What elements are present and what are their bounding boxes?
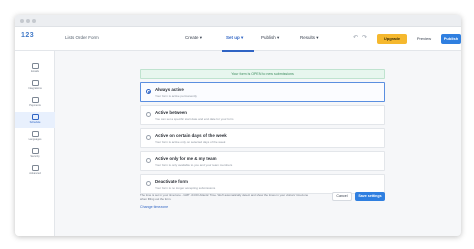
- undo-icon[interactable]: ↶: [353, 34, 358, 41]
- clock-icon: [31, 114, 39, 120]
- nav-results[interactable]: Results ▾: [300, 35, 319, 41]
- sidebar-item-integrations[interactable]: Integrations: [15, 78, 55, 94]
- settings-sidebar: Emails Integrations Payments Schedule La…: [15, 51, 55, 236]
- sidebar-item-label: Schedule: [29, 121, 41, 124]
- option-deactivate-form[interactable]: Deactivate form Your form is no longer a…: [140, 174, 385, 194]
- option-title: Deactivate form: [155, 179, 188, 184]
- shield-icon: [31, 148, 39, 154]
- nav-create[interactable]: Create ▾: [185, 35, 202, 41]
- option-description: Your form is active only on selected day…: [155, 139, 226, 144]
- form-title[interactable]: Lists Order Form: [65, 35, 99, 40]
- sidebar-item-label: Integrations: [28, 87, 42, 90]
- option-description: Your form is active permanently: [155, 93, 197, 98]
- sidebar-item-payments[interactable]: Payments: [15, 95, 55, 111]
- radio-button[interactable]: [146, 158, 151, 163]
- card-icon: [31, 97, 39, 103]
- sidebar-item-label: Languages: [28, 138, 42, 141]
- preview-button[interactable]: Preview: [411, 34, 437, 44]
- sidebar-item-security[interactable]: Security: [15, 146, 55, 162]
- upgrade-button[interactable]: Upgrade: [377, 34, 407, 44]
- sidebar-item-emails[interactable]: Emails: [15, 61, 55, 77]
- option-description: You can set a specific start date and en…: [155, 116, 234, 121]
- envelope-icon: [31, 63, 39, 69]
- window-dot: [26, 19, 30, 23]
- option-description: Your form is only available to you and y…: [155, 162, 233, 167]
- cancel-button[interactable]: Cancel: [332, 192, 352, 201]
- sidebar-item-advanced[interactable]: Advanced: [15, 163, 55, 179]
- option-active-between[interactable]: Active between You can set a specific st…: [140, 105, 385, 125]
- sidebar-item-label: Security: [30, 155, 40, 158]
- sidebar-item-label: Advanced: [29, 172, 41, 175]
- app-logo[interactable]: 123: [21, 32, 34, 39]
- sidebar-item-label: Payments: [29, 104, 41, 107]
- timezone-note: The time is set in your timezone - GMT -…: [140, 193, 309, 201]
- sidebar-item-label: Emails: [31, 70, 39, 73]
- option-title: Active only for me & my team: [155, 156, 217, 161]
- option-description: Your form is no longer accepting submiss…: [155, 185, 216, 190]
- puzzle-icon: [31, 80, 39, 86]
- radio-button[interactable]: [146, 135, 151, 140]
- window-dot: [32, 19, 36, 23]
- change-timezone-link[interactable]: Change timezone: [140, 205, 168, 209]
- save-settings-button[interactable]: Save settings: [355, 192, 385, 201]
- option-certain-days[interactable]: Active on certain days of the week Your …: [140, 128, 385, 148]
- redo-icon[interactable]: ↷: [362, 34, 367, 41]
- radio-button[interactable]: [146, 181, 151, 186]
- form-status-banner: Your form is OPEN to new submissions: [140, 69, 385, 79]
- nav-setup[interactable]: Set up ▾: [226, 35, 243, 41]
- window-dot: [20, 19, 24, 23]
- radio-button[interactable]: [146, 112, 151, 117]
- sidebar-item-languages[interactable]: Languages: [15, 129, 55, 145]
- radio-button[interactable]: [146, 89, 151, 94]
- nav-publish[interactable]: Publish ▾: [261, 35, 279, 41]
- app-window: 123 Lists Order Form Create ▾ Set up ▾ P…: [15, 15, 461, 236]
- schedule-settings-panel: Your form is OPEN to new submissions Alw…: [55, 51, 461, 236]
- option-me-and-team[interactable]: Active only for me & my team Your form i…: [140, 151, 385, 171]
- option-title: Always active: [155, 87, 184, 92]
- option-title: Active between: [155, 110, 187, 115]
- option-always-active[interactable]: Always active Your form is active perman…: [140, 82, 385, 102]
- publish-button[interactable]: Publish: [441, 34, 461, 44]
- gear-icon: [31, 165, 39, 171]
- option-title: Active on certain days of the week: [155, 133, 227, 138]
- globe-icon: [31, 131, 39, 137]
- top-app-bar: 123 Lists Order Form Create ▾ Set up ▾ P…: [15, 27, 461, 52]
- sidebar-item-schedule[interactable]: Schedule: [15, 112, 55, 128]
- window-chrome: [15, 15, 461, 27]
